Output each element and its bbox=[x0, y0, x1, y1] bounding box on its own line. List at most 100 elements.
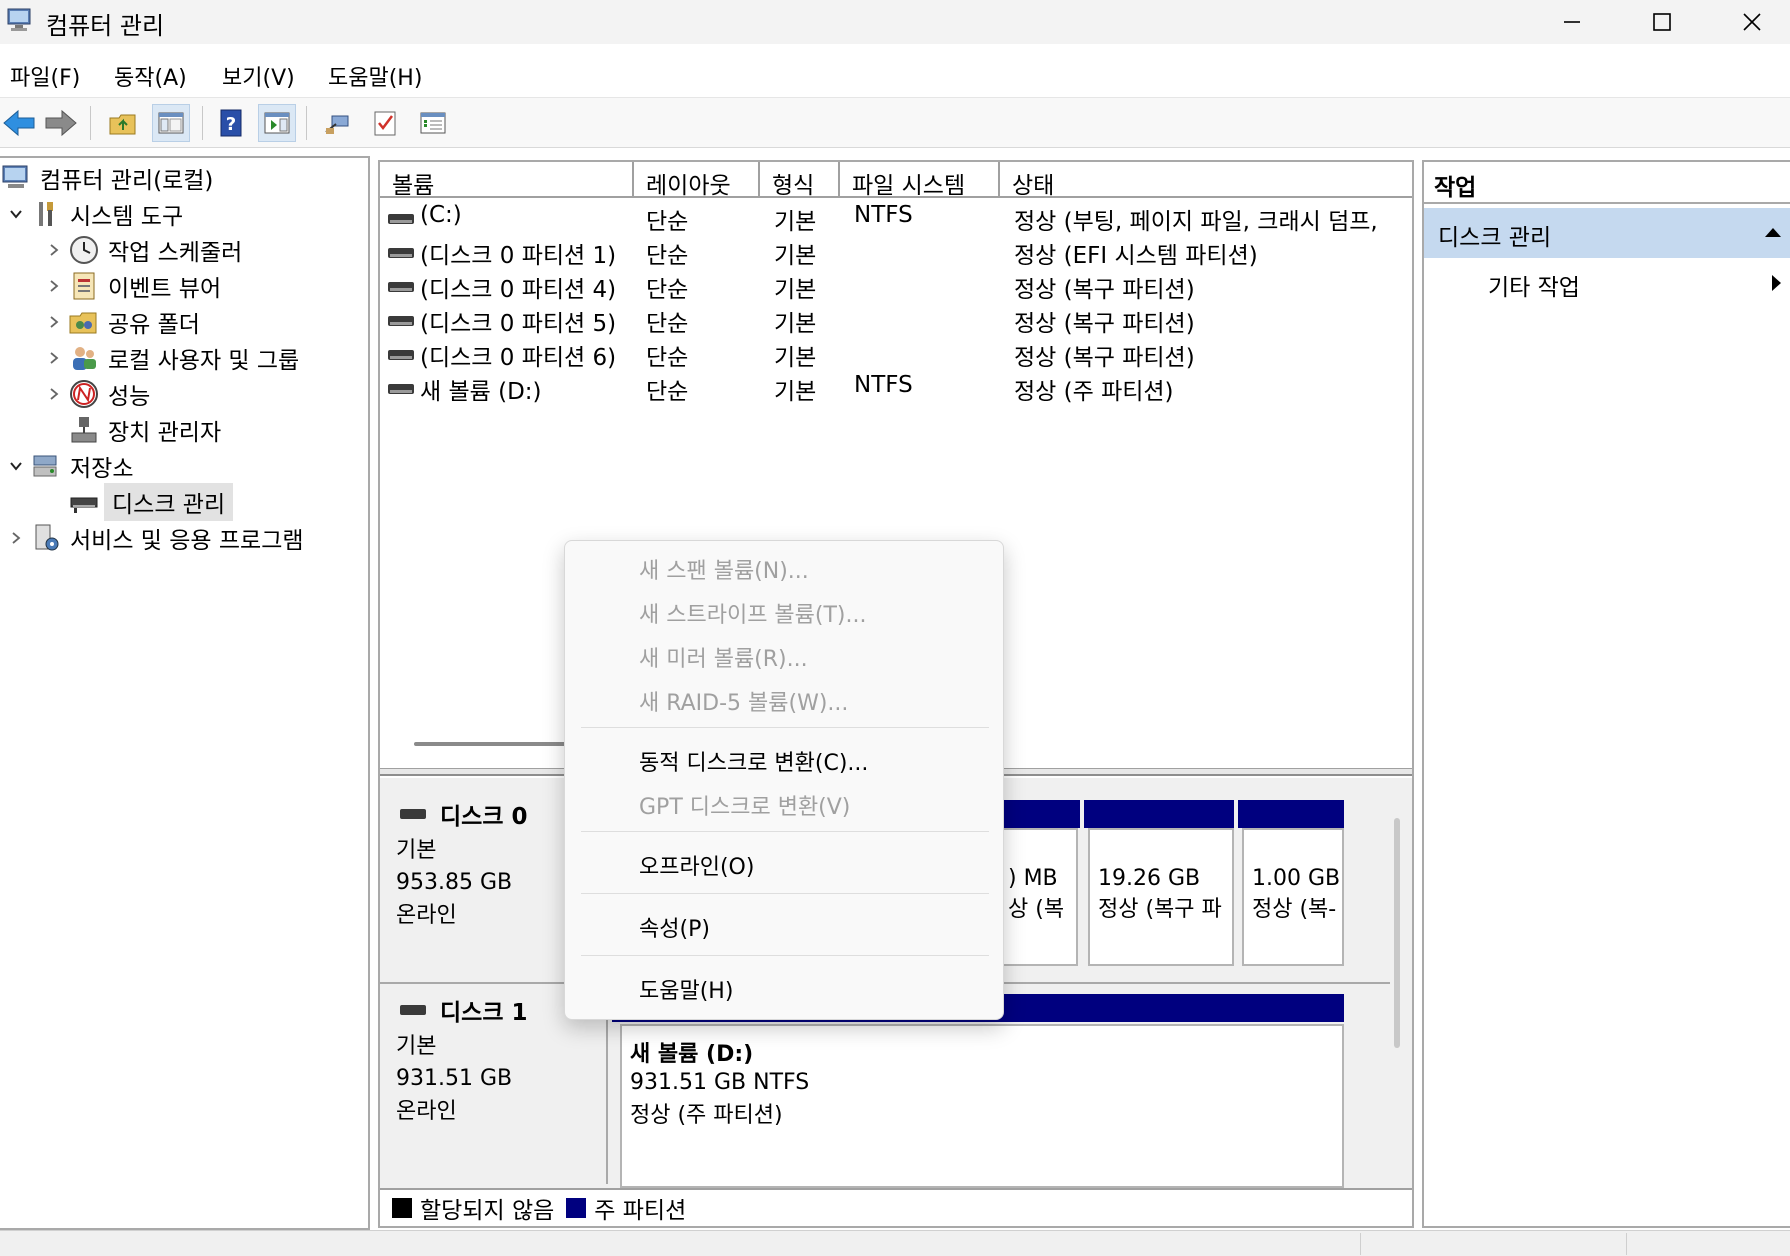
check-icon[interactable] bbox=[366, 104, 404, 142]
table-row[interactable]: (디스크 0 파티션 4) 단순 기본 정상 (복구 파티션) bbox=[380, 268, 1412, 303]
tree-item-shared-folders[interactable]: 공유 폴더 bbox=[44, 304, 200, 340]
action-pane-icon[interactable] bbox=[258, 104, 296, 142]
volume-layout: 단순 bbox=[646, 277, 689, 303]
menu-item-convert-dynamic[interactable]: 동적 디스크로 변환(C)... bbox=[639, 745, 868, 777]
column-header-filesystem[interactable]: 파일 시스템 bbox=[840, 162, 1000, 199]
up-folder-icon[interactable] bbox=[104, 104, 142, 142]
volume-name: 새 볼륨 (D:) bbox=[420, 379, 542, 405]
tree-item-label: 저장소 bbox=[70, 456, 134, 482]
table-row[interactable]: (디스크 0 파티션 5) 단순 기본 정상 (복구 파티션) bbox=[380, 302, 1412, 337]
chevron-right-icon[interactable] bbox=[6, 528, 26, 548]
actions-header: 작업 bbox=[1424, 162, 1790, 204]
menu-item-help[interactable]: 도움말(H) bbox=[639, 973, 733, 1005]
connect-icon[interactable] bbox=[318, 104, 356, 142]
toolbar: ? bbox=[0, 98, 1790, 148]
tree-item-device-manager[interactable]: 장치 관리자 bbox=[44, 412, 221, 448]
volume-layout: 단순 bbox=[646, 311, 689, 337]
menu-item-new-mirrored-volume[interactable]: 새 미러 볼륨(R)... bbox=[639, 641, 808, 673]
partition-box-d[interactable]: 새 볼륨 (D:) 931.51 GB NTFS 정상 (주 파티션) bbox=[620, 1024, 1344, 1188]
tree-item-storage[interactable]: 저장소 bbox=[6, 448, 133, 484]
partition-box[interactable]: 19.26 GB 정상 (복구 파 bbox=[1088, 828, 1234, 966]
menu-view[interactable]: 보기(V) bbox=[222, 60, 295, 92]
volume-type: 기본 bbox=[774, 311, 817, 337]
tree-item-label: 작업 스케줄러 bbox=[108, 240, 243, 266]
tree-root[interactable]: 컴퓨터 관리(로컬) bbox=[0, 160, 213, 196]
table-row[interactable]: (디스크 0 파티션 1) 단순 기본 정상 (EFI 시스템 파티션) bbox=[380, 234, 1412, 269]
chevron-down-icon[interactable] bbox=[6, 204, 26, 224]
volume-icon bbox=[388, 282, 414, 292]
volume-icon bbox=[388, 350, 414, 360]
section-label: 디스크 관리 bbox=[1438, 225, 1552, 251]
close-button[interactable] bbox=[1706, 0, 1790, 44]
menu-separator bbox=[581, 955, 989, 956]
table-row[interactable]: (C:) 단순 기본 NTFS 정상 (부팅, 페이지 파일, 크래시 덤프, bbox=[380, 200, 1412, 235]
disk-name: 디스크 1 bbox=[440, 1000, 528, 1026]
disk-management-icon bbox=[70, 497, 98, 513]
table-row[interactable]: 새 볼륨 (D:) 단순 기본 NTFS 정상 (주 파티션) bbox=[380, 370, 1412, 405]
menu-file[interactable]: 파일(F) bbox=[10, 60, 80, 92]
chevron-down-icon[interactable] bbox=[6, 456, 26, 476]
tree-item-label: 성능 bbox=[108, 384, 151, 410]
performance-icon bbox=[70, 380, 98, 408]
collapse-up-icon[interactable] bbox=[1764, 226, 1782, 238]
volume-status: 정상 (복구 파티션) bbox=[1014, 345, 1195, 371]
tree-item-label: 디스크 관리 bbox=[104, 483, 234, 521]
menu-item-new-spanned-volume[interactable]: 새 스팬 볼륨(N)... bbox=[639, 553, 809, 585]
menu-item-new-raid5-volume[interactable]: 새 RAID-5 볼륨(W)... bbox=[639, 685, 848, 717]
more-actions-item[interactable]: 기타 작업 bbox=[1424, 262, 1790, 302]
chevron-right-icon[interactable] bbox=[44, 384, 64, 404]
menu-item-properties[interactable]: 속성(P) bbox=[639, 911, 710, 943]
forward-arrow-icon[interactable] bbox=[42, 104, 80, 142]
minimize-button[interactable] bbox=[1526, 0, 1618, 44]
volume-name: (디스크 0 파티션 4) bbox=[420, 277, 617, 303]
volume-layout: 단순 bbox=[646, 209, 689, 235]
svg-text:?: ? bbox=[226, 114, 236, 135]
volume-type: 기본 bbox=[774, 277, 817, 303]
back-arrow-icon[interactable] bbox=[0, 104, 38, 142]
horizontal-scrollbar-thumb[interactable] bbox=[414, 742, 574, 746]
column-header-layout[interactable]: 레이아웃 bbox=[634, 162, 760, 199]
tree-item-performance[interactable]: 성능 bbox=[44, 376, 150, 412]
volume-icon bbox=[388, 214, 414, 224]
menu-item-offline[interactable]: 오프라인(O) bbox=[639, 849, 754, 881]
show-hide-tree-icon[interactable] bbox=[152, 104, 190, 142]
volume-fs: NTFS bbox=[854, 372, 913, 398]
status-separator bbox=[1626, 1233, 1627, 1255]
tree-item-system-tools[interactable]: 시스템 도구 bbox=[6, 196, 183, 232]
chevron-right-icon[interactable] bbox=[44, 240, 64, 260]
column-header-type[interactable]: 형식 bbox=[760, 162, 840, 199]
legend-label: 주 파티션 bbox=[594, 1198, 687, 1224]
partition-box[interactable]: ) MB 상 (복 bbox=[1000, 828, 1078, 966]
partition-box[interactable]: 1.00 GB 정상 (복- bbox=[1242, 828, 1344, 966]
menu-item-convert-gpt[interactable]: GPT 디스크로 변환(V) bbox=[639, 789, 850, 821]
partition-status: 정상 (복구 파 bbox=[1098, 897, 1222, 922]
column-header-status[interactable]: 상태 bbox=[1000, 162, 1412, 199]
menu-help[interactable]: 도움말(H) bbox=[328, 60, 422, 92]
storage-icon bbox=[33, 455, 57, 477]
tree-item-label: 서비스 및 응용 프로그램 bbox=[70, 528, 304, 554]
tree-item-event-viewer[interactable]: 이벤트 뷰어 bbox=[44, 268, 221, 304]
menu-action[interactable]: 동작(A) bbox=[114, 60, 187, 92]
actions-section-disk-management[interactable]: 디스크 관리 bbox=[1424, 208, 1790, 258]
properties-list-icon[interactable] bbox=[414, 104, 452, 142]
volume-layout: 단순 bbox=[646, 379, 689, 405]
maximize-button[interactable] bbox=[1616, 0, 1708, 44]
chevron-right-icon[interactable] bbox=[44, 348, 64, 368]
disk-type: 기본 bbox=[396, 1034, 437, 1059]
chevron-right-icon[interactable] bbox=[44, 276, 64, 296]
table-row[interactable]: (디스크 0 파티션 6) 단순 기본 정상 (복구 파티션) bbox=[380, 336, 1412, 371]
menu-item-new-striped-volume[interactable]: 새 스트라이프 볼륨(T)... bbox=[639, 597, 867, 629]
computer-management-icon bbox=[6, 6, 34, 34]
column-header-volume[interactable]: 볼륨 bbox=[380, 162, 634, 199]
volume-name: (디스크 0 파티션 6) bbox=[420, 345, 617, 371]
tree-item-task-scheduler[interactable]: 작업 스케줄러 bbox=[44, 232, 242, 268]
chevron-right-icon[interactable] bbox=[44, 312, 64, 332]
tree-item-label: 공유 폴더 bbox=[108, 312, 200, 338]
users-icon bbox=[73, 347, 96, 370]
tree-item-local-users[interactable]: 로컬 사용자 및 그룹 bbox=[44, 340, 299, 376]
vertical-scrollbar-thumb[interactable] bbox=[1394, 818, 1400, 1048]
help-icon[interactable]: ? bbox=[212, 104, 250, 142]
tree-item-services-apps[interactable]: 서비스 및 응용 프로그램 bbox=[6, 520, 304, 556]
tree-item-disk-management[interactable]: 디스크 관리 bbox=[44, 483, 234, 521]
volume-icon bbox=[388, 316, 414, 326]
